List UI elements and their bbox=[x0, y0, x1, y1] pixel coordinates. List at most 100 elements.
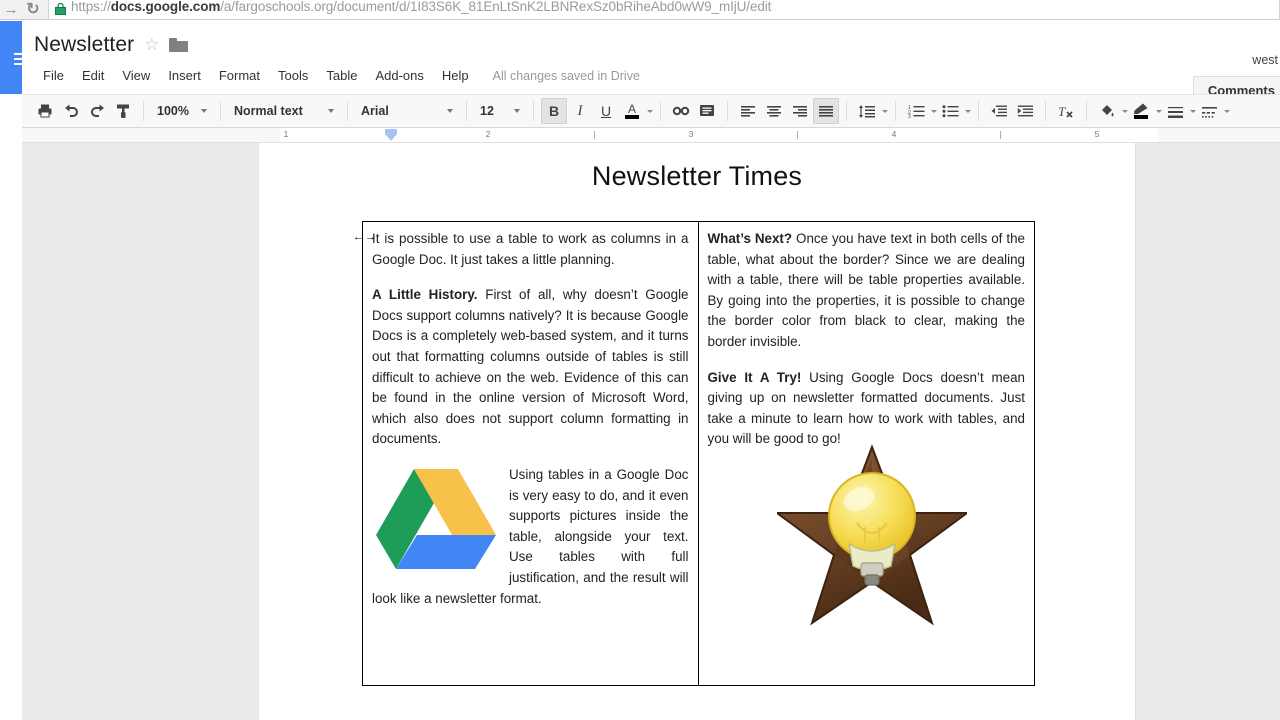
fill-color-icon[interactable] bbox=[1094, 98, 1120, 124]
reload-icon[interactable]: ↻ bbox=[22, 0, 44, 19]
undo-icon[interactable] bbox=[58, 98, 84, 124]
align-justify-icon[interactable] bbox=[813, 98, 839, 124]
newsletter-table[interactable]: ← → It is possible to use a table to work… bbox=[353, 221, 1035, 686]
increase-indent-icon[interactable] bbox=[1012, 98, 1038, 124]
image-with-wrapped-text: Using tables in a Google Doc is very eas… bbox=[372, 465, 689, 624]
address-bar-url: https://docs.google.com/a/fargoschools.o… bbox=[71, 0, 772, 14]
chevron-down-icon bbox=[514, 109, 520, 113]
border-color-icon[interactable] bbox=[1128, 98, 1154, 124]
svg-text:3: 3 bbox=[908, 114, 911, 118]
account-name: west bbox=[1252, 53, 1278, 67]
google-drive-logo[interactable] bbox=[372, 467, 500, 582]
menu-tools[interactable]: Tools bbox=[269, 65, 317, 86]
print-icon[interactable] bbox=[32, 98, 58, 124]
chevron-down-icon[interactable] bbox=[1224, 109, 1230, 113]
chevron-down-icon[interactable] bbox=[647, 109, 653, 113]
document-title-row: Newsletter ☆ bbox=[34, 33, 189, 57]
menu-edit[interactable]: Edit bbox=[73, 65, 113, 86]
font-size-value: 12 bbox=[480, 104, 494, 118]
bulleted-list-icon[interactable] bbox=[937, 98, 963, 124]
underline-label: U bbox=[600, 103, 612, 119]
barnstar-lightbulb-image[interactable] bbox=[776, 441, 967, 631]
italic-label: I bbox=[577, 102, 583, 119]
chevron-down-icon[interactable] bbox=[965, 109, 971, 113]
menu-insert[interactable]: Insert bbox=[159, 65, 210, 86]
font-value: Arial bbox=[361, 104, 389, 118]
border-width-icon[interactable] bbox=[1162, 98, 1188, 124]
ruler-number: 4 bbox=[891, 129, 897, 139]
formatting-toolbar: 100% Normal text Arial 12 B I U A 1 2 3 … bbox=[22, 94, 1280, 128]
ruler-track[interactable]: 1 2 3 4 5 bbox=[280, 128, 1158, 142]
https-lock-icon bbox=[55, 2, 66, 15]
menu-format[interactable]: Format bbox=[210, 65, 269, 86]
underline-button[interactable]: U bbox=[593, 98, 619, 124]
insert-link-icon[interactable] bbox=[668, 98, 694, 124]
address-bar[interactable]: https://docs.google.com/a/fargoschools.o… bbox=[48, 0, 1280, 19]
font-selector[interactable]: Arial bbox=[355, 99, 459, 123]
bold-button[interactable]: B bbox=[541, 98, 567, 124]
ruler-number: 5 bbox=[1094, 129, 1100, 139]
star-outline-icon[interactable]: ☆ bbox=[144, 35, 159, 55]
browser-toolbar: → ↻ https://docs.google.com/a/fargoschoo… bbox=[0, 0, 1280, 20]
font-size-selector[interactable]: 12 bbox=[474, 99, 526, 123]
google-docs-logo[interactable] bbox=[0, 21, 23, 94]
menu-add-ons[interactable]: Add-ons bbox=[366, 65, 432, 86]
align-center-icon[interactable] bbox=[761, 98, 787, 124]
paragraph-give-it-a-try: Give It A Try! Using Google Docs doesn’t… bbox=[708, 368, 1026, 450]
indent-marker-icon[interactable] bbox=[385, 129, 397, 141]
menu-table[interactable]: Table bbox=[317, 65, 366, 86]
zoom-value: 100% bbox=[157, 104, 189, 118]
chevron-down-icon bbox=[201, 109, 207, 113]
decrease-indent-icon[interactable] bbox=[986, 98, 1012, 124]
zoom-selector[interactable]: 100% bbox=[151, 99, 213, 123]
menu-bar: File Edit View Insert Format Tools Table… bbox=[34, 65, 640, 86]
table-cell-right[interactable]: What’s Next? Once you have text in both … bbox=[699, 222, 1035, 685]
text-color-swatch bbox=[625, 115, 639, 119]
text-color-button[interactable]: A bbox=[619, 98, 645, 124]
line-spacing-icon[interactable] bbox=[854, 98, 880, 124]
horizontal-ruler[interactable]: 1 2 3 4 5 bbox=[22, 128, 1280, 143]
paragraph-intro: It is possible to use a table to work as… bbox=[372, 229, 689, 270]
chevron-down-icon bbox=[447, 109, 453, 113]
ruler-number: 1 bbox=[283, 129, 289, 139]
italic-button[interactable]: I bbox=[567, 98, 593, 124]
back-arrow-icon[interactable]: → bbox=[0, 0, 22, 19]
folder-icon[interactable] bbox=[169, 38, 189, 52]
numbered-list-icon[interactable]: 1 2 3 bbox=[903, 98, 929, 124]
table-cell-left[interactable]: ← → It is possible to use a table to work… bbox=[353, 222, 699, 685]
paint-format-icon[interactable] bbox=[110, 98, 136, 124]
document-page[interactable]: Newsletter Times ← → It is possible to us… bbox=[258, 143, 1136, 720]
paragraph-lead: What’s Next? bbox=[707, 231, 793, 246]
border-dash-icon[interactable] bbox=[1196, 98, 1222, 124]
paragraph-whats-next: What’s Next? Once you have text in both … bbox=[708, 229, 1026, 353]
border-color-swatch bbox=[1134, 115, 1148, 119]
document-canvas: Newsletter Times ← → It is possible to us… bbox=[22, 143, 1280, 720]
save-status: All changes saved in Drive bbox=[492, 68, 640, 83]
column-resize-cursor: ← → bbox=[353, 230, 376, 243]
menu-help[interactable]: Help bbox=[433, 65, 478, 86]
paragraph-text: Once you have text in both cells of the … bbox=[707, 231, 1026, 349]
paragraph-lead: A Little History. bbox=[372, 287, 478, 303]
chevron-down-icon bbox=[328, 109, 334, 113]
ruler-number: 2 bbox=[485, 129, 491, 139]
chevron-down-icon[interactable] bbox=[882, 109, 888, 113]
svg-text:T: T bbox=[1058, 104, 1066, 119]
page-title: Newsletter Times bbox=[591, 161, 803, 191]
paragraph-lead: Give It A Try! bbox=[707, 369, 802, 385]
ruler-number: 3 bbox=[688, 129, 694, 139]
paragraph-style-value: Normal text bbox=[234, 104, 303, 118]
paragraph-history: A Little History. First of all, why does… bbox=[372, 285, 689, 450]
paragraph-text: It is possible to use a table to work as… bbox=[372, 231, 689, 267]
paragraph-text: First of all, why doesn’t Google Docs su… bbox=[372, 287, 689, 447]
menu-view[interactable]: View bbox=[113, 65, 159, 86]
document-title[interactable]: Newsletter bbox=[34, 33, 134, 57]
align-right-icon[interactable] bbox=[787, 98, 813, 124]
menu-file[interactable]: File bbox=[34, 65, 73, 86]
add-comment-icon[interactable] bbox=[694, 98, 720, 124]
bold-label: B bbox=[548, 103, 560, 119]
clear-formatting-icon[interactable]: T bbox=[1053, 98, 1079, 124]
align-left-icon[interactable] bbox=[735, 98, 761, 124]
text-color-label: A bbox=[627, 102, 636, 116]
paragraph-style-selector[interactable]: Normal text bbox=[228, 99, 340, 123]
redo-icon[interactable] bbox=[84, 98, 110, 124]
